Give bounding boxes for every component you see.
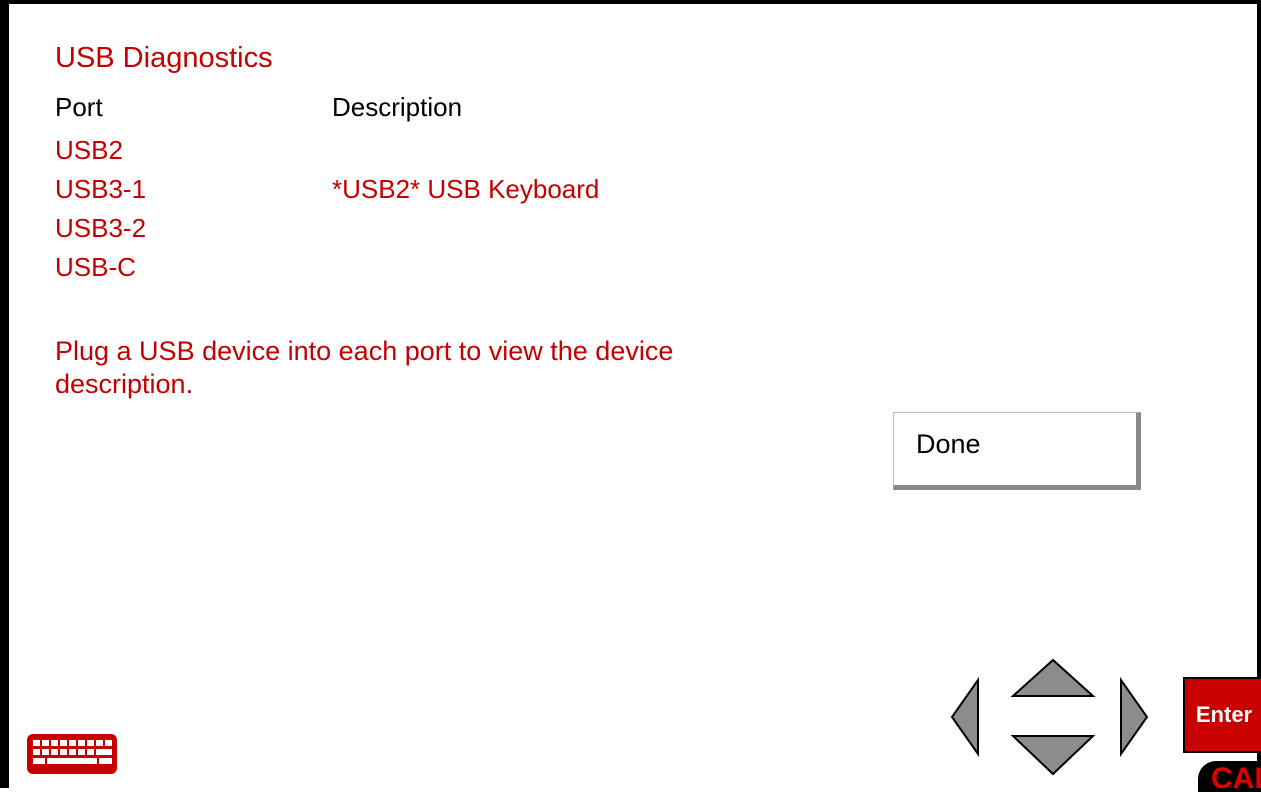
enter-button[interactable]: Enter (1183, 677, 1261, 753)
cal-logo: CAL (1198, 761, 1261, 792)
navigation-arrows (950, 658, 1149, 776)
page-title: USB Diagnostics (55, 42, 273, 74)
arrow-up-icon[interactable] (1010, 658, 1096, 697)
instruction-message: Plug a USB device into each port to view… (55, 336, 674, 399)
done-button-label: Done (916, 429, 981, 459)
port-usb2: USB2 (55, 135, 123, 165)
keyboard-icon[interactable] (25, 730, 120, 778)
done-button[interactable]: Done (893, 412, 1141, 490)
enter-button-label: Enter (1195, 702, 1253, 727)
arrow-down-icon[interactable] (1010, 735, 1096, 776)
port-usb3-1: USB3-1 (55, 174, 147, 204)
arrow-right-icon[interactable] (1120, 676, 1149, 758)
arrow-left-icon[interactable] (950, 676, 979, 758)
description-column-header: Description (332, 92, 463, 122)
usb-diagnostics-screen: USB Diagnostics Port Description USB2 US… (0, 0, 1261, 792)
port-usb-c: USB-C (55, 252, 136, 282)
port-usb3-2: USB3-2 (55, 213, 147, 243)
description-usb3-1: *USB2* USB Keyboard (332, 174, 600, 204)
port-column-header: Port (55, 92, 103, 122)
